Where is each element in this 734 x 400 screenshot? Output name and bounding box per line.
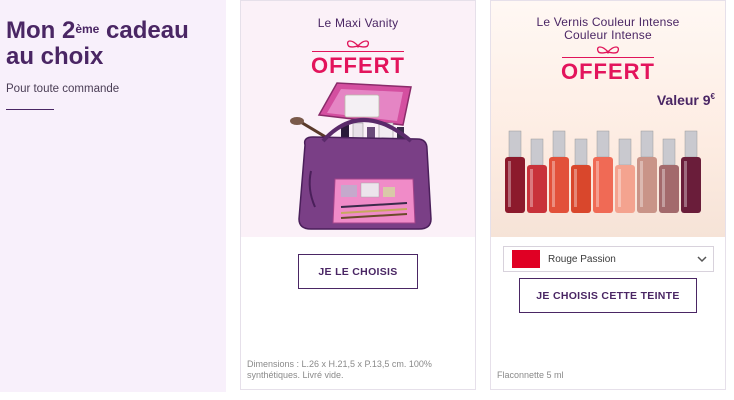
offert-label: OFFERT <box>311 53 405 78</box>
gift-card-vernis: Le Vernis Couleur Intense Couleur Intens… <box>490 0 726 390</box>
shade-swatch <box>512 250 540 268</box>
gift-title-line2: Couleur Intense <box>564 28 652 42</box>
polish-shine <box>530 169 533 207</box>
gift-title: Le Maxi Vanity <box>317 16 399 30</box>
polish-cap <box>618 138 632 166</box>
offert-badge: OFFERT <box>560 45 656 84</box>
gift-visual-vanity: Le Maxi Vanity OFFERT <box>241 1 475 237</box>
polish-shine <box>574 169 577 207</box>
polish-shine <box>508 161 511 207</box>
shade-select[interactable]: Rouge Passion <box>503 246 714 272</box>
shade-select-value: Rouge Passion <box>548 253 616 265</box>
polish-cap <box>684 130 698 158</box>
gift-card-vanity: Le Maxi Vanity OFFERT JE LE CHOISIS Dime… <box>240 0 476 390</box>
vernis-description: Flaconnette 5 ml <box>497 370 564 380</box>
polish-shine <box>552 161 555 207</box>
offert-label: OFFERT <box>561 59 655 84</box>
polish-cap <box>508 130 522 158</box>
polish-cap <box>574 138 588 166</box>
polish-shine <box>618 169 621 207</box>
intro-title-superscript: ème <box>75 22 100 36</box>
polish-cap <box>596 130 610 158</box>
polish-shine <box>596 161 599 207</box>
offert-line <box>312 51 404 52</box>
gift-visual-vernis: Le Vernis Couleur Intense Couleur Intens… <box>491 1 725 237</box>
intro-title: Mon 2ème cadeau au choix <box>6 18 220 70</box>
gift-title: Le Vernis Couleur Intense Couleur Intens… <box>491 16 725 42</box>
polish-cap <box>530 138 544 166</box>
offert-badge: OFFERT <box>310 39 406 78</box>
intro-divider <box>6 109 54 110</box>
vanity-description: Dimensions : L.26 x H.21,5 x P.13,5 cm. … <box>247 359 432 380</box>
polish-cap <box>640 130 654 158</box>
chevron-down-icon <box>697 256 707 263</box>
intro-title-part: Mon 2 <box>6 17 76 44</box>
intro-subtitle: Pour toute commande <box>6 83 120 95</box>
polish-shine <box>662 169 665 207</box>
bow-icon <box>596 46 620 54</box>
choose-vanity-button[interactable]: JE LE CHOISIS <box>298 254 418 289</box>
polish-shine <box>640 161 643 207</box>
polish-shine <box>684 161 687 207</box>
gift-value-currency: € <box>710 92 715 101</box>
choose-shade-button[interactable]: JE CHOISIS CETTE TEINTE <box>519 278 697 313</box>
bow-icon <box>346 40 370 48</box>
polish-cap <box>552 130 566 158</box>
intro-panel: Mon 2ème cadeau au choix Pour toute comm… <box>0 0 226 392</box>
nail-polish-illustration <box>505 130 701 213</box>
vanity-bag-illustration <box>290 82 432 230</box>
offert-line <box>562 57 654 58</box>
polish-cap <box>662 138 676 166</box>
